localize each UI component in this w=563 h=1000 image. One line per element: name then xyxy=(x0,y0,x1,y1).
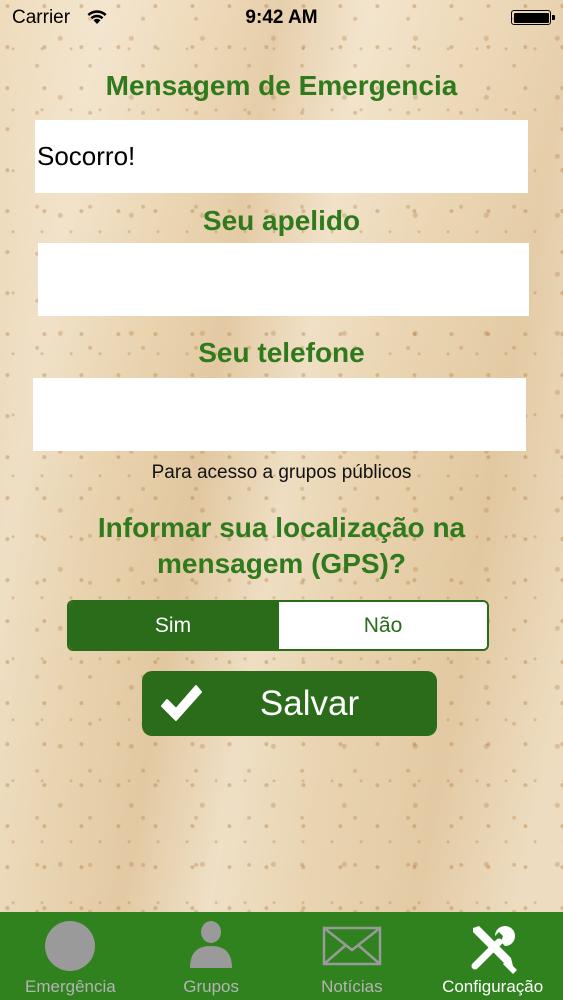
tab-configuracao[interactable]: Configuração xyxy=(422,912,563,1000)
nickname-field[interactable] xyxy=(38,243,529,316)
tab-label-configuracao: Configuração xyxy=(442,977,544,996)
gps-question-line2: mensagem (GPS)? xyxy=(157,548,406,579)
phone-field[interactable] xyxy=(33,378,526,451)
tab-label-emergencia: Emergência xyxy=(25,977,116,996)
tab-label-noticias: Notícias xyxy=(321,977,383,996)
person-icon xyxy=(188,920,234,975)
tab-emergencia[interactable]: Emergência xyxy=(0,912,141,1000)
tab-label-grupos: Grupos xyxy=(183,977,239,996)
gps-option-nao[interactable]: Não xyxy=(277,602,487,649)
clock: 9:42 AM xyxy=(245,7,318,28)
status-bar: Carrier 9:42 AM xyxy=(0,0,563,36)
tab-grupos[interactable]: Grupos xyxy=(141,912,282,1000)
phone-hint: Para acesso a grupos públicos xyxy=(151,462,412,483)
nickname-heading: Seu apelido xyxy=(202,205,361,236)
gps-option-sim[interactable]: Sim xyxy=(69,602,277,649)
message-field[interactable]: Socorro! xyxy=(35,120,528,193)
envelope-icon xyxy=(322,920,382,973)
gps-segmented-control: Sim Não xyxy=(67,600,489,651)
tools-icon xyxy=(465,920,521,981)
save-button-label: Salvar xyxy=(259,683,360,723)
gps-question-line1: Informar sua localização na xyxy=(97,512,466,543)
phone-heading: Seu telefone xyxy=(198,337,365,368)
tab-noticias[interactable]: Notícias xyxy=(282,912,423,1000)
gps-question: Informar sua localização na mensagem (GP… xyxy=(60,510,503,582)
battery-icon xyxy=(511,10,555,25)
message-heading: Mensagem de Emergencia xyxy=(105,70,458,101)
screen: Carrier 9:42 AM Mensagem de Emergencia S… xyxy=(0,0,563,1000)
tab-bar: Emergência Grupos Notícias Configuração xyxy=(0,912,563,1000)
circle-icon xyxy=(44,920,96,977)
message-field-value: Socorro! xyxy=(37,141,136,171)
save-button[interactable]: Salvar xyxy=(142,671,437,736)
